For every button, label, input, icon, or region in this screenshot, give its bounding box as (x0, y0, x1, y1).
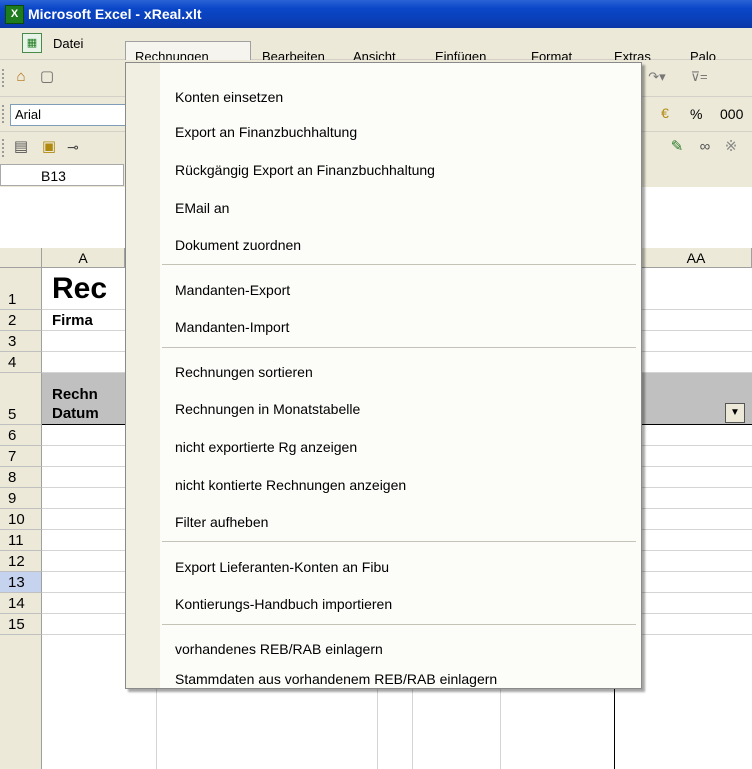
menu-separator (162, 624, 636, 625)
menu-item-nicht-exportierte[interactable]: nicht exportierte Rg anzeigen (175, 439, 357, 455)
row-header[interactable]: 12 (0, 551, 42, 572)
row-header[interactable]: 7 (0, 446, 42, 467)
toolbar-grip[interactable] (2, 69, 7, 87)
menu-item-mandanten-import[interactable]: Mandanten-Import (175, 319, 289, 335)
key-icon[interactable]: ⊸ (64, 138, 82, 156)
link-icon[interactable]: ∞ (696, 138, 714, 156)
toolbar-grip[interactable] (2, 105, 7, 123)
row-header-filler (0, 635, 42, 769)
title-bar: X Microsoft Excel - xReal.xlt (0, 0, 752, 28)
menu-item-rechnungen-monatstabelle[interactable]: Rechnungen in Monatstabelle (175, 401, 360, 417)
menu-item-undo-export-fibu[interactable]: Rückgängig Export an Finanzbuchhaltung (175, 162, 435, 178)
thousands-button[interactable]: 000 (720, 106, 743, 122)
percent-button[interactable]: % (690, 106, 702, 122)
menu-item-rechnungen-sortieren[interactable]: Rechnungen sortieren (175, 364, 313, 380)
cell-a5-line1[interactable]: Rechn (52, 386, 98, 403)
row-header[interactable]: 1 (0, 268, 42, 310)
row-header[interactable]: 14 (0, 593, 42, 614)
menu-icon-strip (126, 63, 160, 688)
row-header[interactable]: 10 (0, 509, 42, 530)
edit-icon[interactable]: ✎ (668, 138, 686, 156)
currency-icon[interactable]: € (656, 104, 674, 122)
menu-item-mandanten-export[interactable]: Mandanten-Export (175, 282, 290, 298)
menu-item-email-an[interactable]: EMail an (175, 200, 229, 216)
excel-icon: X (5, 5, 24, 24)
menu-separator (162, 347, 636, 348)
toolbar-grip[interactable] (2, 139, 7, 157)
cell-a1[interactable]: Rec (52, 272, 107, 306)
row-header[interactable]: 15 (0, 614, 42, 635)
menu-item-export-fibu[interactable]: Export an Finanzbuchhaltung (175, 124, 357, 140)
row-header[interactable]: 6 (0, 425, 42, 446)
menu-item-konten-einsetzen[interactable]: Konten einsetzen (175, 89, 283, 105)
menu-item-nicht-kontierte[interactable]: nicht kontierte Rechnungen anzeigen (175, 477, 406, 493)
window-title: Microsoft Excel - xReal.xlt (28, 6, 202, 22)
document-icon[interactable]: ▦ (22, 33, 42, 53)
page-icon[interactable]: ▤ (12, 138, 30, 156)
select-all-corner[interactable] (0, 248, 42, 268)
row-header[interactable]: 5 (0, 373, 42, 425)
row-header[interactable]: 11 (0, 530, 42, 551)
filter-icon[interactable]: ⊽= (690, 68, 708, 86)
row-header-selected[interactable]: 13 (0, 572, 42, 593)
home-icon[interactable]: ⌂ (12, 68, 30, 86)
column-header-a[interactable]: A (42, 248, 125, 268)
menu-item-kontierungs-handbuch[interactable]: Kontierungs-Handbuch importieren (175, 596, 392, 612)
row-header[interactable]: 8 (0, 467, 42, 488)
unlink-icon[interactable]: ※ (722, 138, 740, 156)
menu-separator (162, 264, 636, 265)
menu-item-stammdaten-reb-rab[interactable]: Stammdaten aus vorhandenem REB/RAB einla… (175, 671, 497, 687)
redo-icon[interactable]: ↷▾ (648, 68, 666, 86)
name-box[interactable]: B13 (0, 164, 124, 186)
cell-a2[interactable]: Firma (52, 312, 93, 329)
name-box-value: B13 (41, 168, 66, 184)
menu-item-reb-rab-einlagern[interactable]: vorhandenes REB/RAB einlagern (175, 641, 383, 657)
cell-a5-line2[interactable]: Datum (52, 405, 99, 422)
menu-item-export-lieferanten[interactable]: Export Lieferanten-Konten an Fibu (175, 559, 389, 575)
font-name-box[interactable]: Arial (10, 104, 128, 126)
row-header[interactable]: 3 (0, 331, 42, 352)
lock-icon[interactable]: ▣ (40, 138, 58, 156)
new-icon[interactable]: ▢ (38, 68, 56, 86)
column-header-aa[interactable]: AA (640, 248, 752, 268)
rechnungen-dropdown-menu: Konten einsetzen Export an Finanzbuchhal… (125, 62, 642, 689)
row-header[interactable]: 4 (0, 352, 42, 373)
menu-item-filter-aufheben[interactable]: Filter aufheben (175, 514, 268, 530)
row-header[interactable]: 9 (0, 488, 42, 509)
filter-dropdown-button[interactable]: ▼ (725, 403, 745, 423)
menu-datei[interactable]: Datei (53, 36, 83, 51)
menu-item-dokument-zuordnen[interactable]: Dokument zuordnen (175, 237, 301, 253)
row-header[interactable]: 2 (0, 310, 42, 331)
menu-separator (162, 541, 636, 542)
font-name-value: Arial (15, 107, 42, 122)
